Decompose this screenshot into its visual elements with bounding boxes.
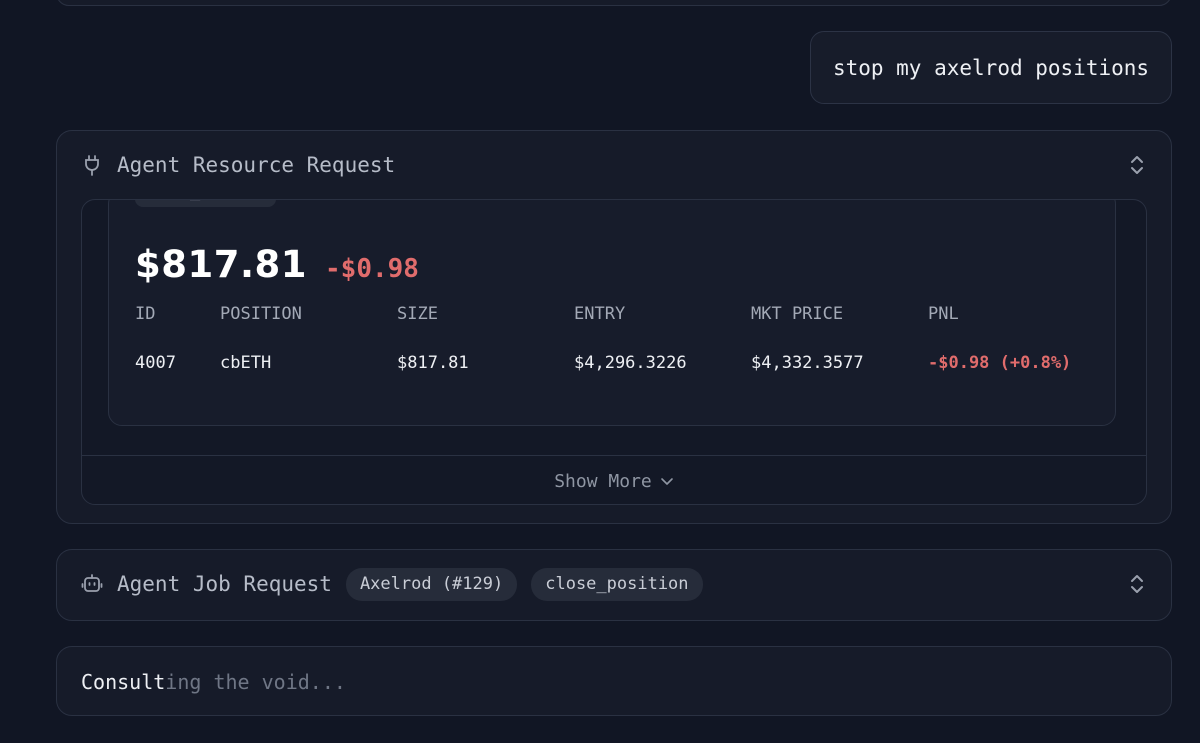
agent-pill: Axelrod (#129) — [345, 567, 518, 601]
resource-request-header[interactable]: Agent Resource Request — [81, 131, 1147, 199]
cell-id: 4007 — [135, 353, 176, 373]
portfolio-delta: -$0.98 — [325, 254, 419, 284]
previous-message-card — [56, 0, 1172, 6]
agent-role-tag: spot_trader — [135, 200, 276, 207]
column-header-mkt-price: MKT PRICE — [751, 304, 844, 324]
column-header-size: SIZE — [397, 304, 438, 324]
job-request-card: Agent Job Request Axelrod (#129) close_p… — [56, 549, 1172, 621]
cell-mkt-price: $4,332.3577 — [751, 353, 864, 373]
status-message: Consult ing the void... — [81, 647, 346, 717]
resource-request-title: Agent Resource Request — [117, 153, 396, 177]
cell-position: cbETH — [220, 353, 272, 373]
chevron-down-icon — [660, 471, 674, 492]
expand-collapse-icon[interactable] — [1127, 572, 1147, 596]
status-card: Consult ing the void... — [56, 646, 1172, 716]
cell-entry: $4,296.3226 — [574, 353, 687, 373]
robot-icon — [81, 573, 103, 595]
chat-page: stop my axelrod positions Agent Resource… — [0, 0, 1200, 743]
plug-icon — [81, 154, 103, 176]
resource-request-card: Agent Resource Request spot_trader $817.… — [56, 130, 1172, 524]
column-header-id: ID — [135, 304, 156, 324]
show-more-label: Show More — [554, 470, 652, 492]
column-header-pnl: PNL — [928, 304, 959, 324]
cell-size: $817.81 — [397, 353, 469, 373]
resource-details-panel: spot_trader $817.81 -$0.98 ID POSITION S… — [81, 199, 1147, 505]
status-text-dim: ing the void... — [165, 670, 346, 694]
column-header-position: POSITION — [220, 304, 302, 324]
portfolio-value: $817.81 — [135, 243, 308, 286]
status-text-highlight: Consult — [81, 670, 166, 694]
action-pill: close_position — [531, 567, 703, 601]
user-message-bubble: stop my axelrod positions — [810, 31, 1172, 104]
column-header-entry: ENTRY — [574, 304, 626, 324]
positions-card: spot_trader $817.81 -$0.98 ID POSITION S… — [108, 200, 1116, 426]
user-message-text: stop my axelrod positions — [832, 55, 1150, 80]
cell-pnl: -$0.98 (+0.8%) — [928, 353, 1072, 373]
expand-collapse-icon[interactable] — [1127, 153, 1147, 177]
job-request-title: Agent Job Request — [117, 572, 332, 596]
job-request-header[interactable]: Agent Job Request Axelrod (#129) close_p… — [81, 550, 1147, 618]
portfolio-value-row: $817.81 -$0.98 — [135, 243, 419, 286]
show-more-button[interactable]: Show More — [82, 456, 1146, 504]
